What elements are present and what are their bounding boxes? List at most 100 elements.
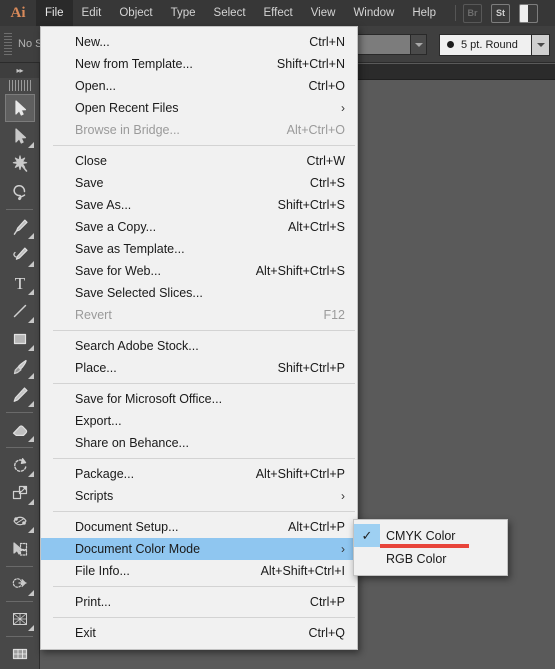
menu-item-print[interactable]: Print... Ctrl+P (41, 591, 357, 613)
menu-item-label: Package... (75, 467, 135, 481)
menu-item-save-as-template[interactable]: Save as Template... (41, 238, 357, 260)
menu-item-scripts[interactable]: Scripts › (41, 485, 357, 507)
tool-flyout-indicator-icon[interactable] (27, 401, 34, 407)
stroke-dropdown-arrow[interactable] (411, 34, 427, 55)
illustrator-window: Ai File Edit Object Type Select Effect View Win… (0, 0, 555, 669)
menu-bar-item-object[interactable]: Object (110, 0, 161, 26)
menu-item-place[interactable]: Place... Shift+Ctrl+P (41, 357, 357, 379)
menu-bar-item-file[interactable]: File (36, 0, 73, 26)
menu-item-save-selected-slices[interactable]: Save Selected Slices... (41, 282, 357, 304)
tool-flyout-indicator-icon[interactable] (27, 625, 34, 631)
menu-item-open-recent-files[interactable]: Open Recent Files › (41, 97, 357, 119)
tool-flyout-indicator-icon[interactable] (27, 261, 34, 267)
menu-bar-item-type[interactable]: Type (162, 0, 205, 26)
free-transform-tool[interactable] (5, 535, 35, 563)
scale-tool[interactable] (5, 479, 35, 507)
shape-builder-tool[interactable] (5, 570, 35, 598)
control-bar-grip[interactable] (4, 33, 12, 55)
mesh-tool[interactable] (5, 640, 35, 668)
tool-list: T (0, 94, 39, 669)
menu-item-shortcut: Ctrl+O (308, 79, 345, 93)
tool-flyout-indicator-icon[interactable] (27, 233, 34, 239)
menu-bar-item-effect[interactable]: Effect (255, 0, 302, 26)
perspective-grid-tool[interactable] (5, 605, 35, 633)
menu-item-label: New... (75, 35, 110, 49)
color-mode-item-rgb-color[interactable]: RGB Color (354, 547, 507, 570)
lasso-tool[interactable] (5, 178, 35, 206)
menu-item-document-setup[interactable]: Document Setup... Alt+Ctrl+P (41, 516, 357, 538)
menu-item-share-on-behance[interactable]: Share on Behance... (41, 432, 357, 454)
document-canvas[interactable] (358, 80, 555, 669)
menu-bar-item-select[interactable]: Select (205, 0, 255, 26)
menu-item-label: Open... (75, 79, 116, 93)
menu-item-label: Close (75, 154, 107, 168)
menu-item-export[interactable]: Export... (41, 410, 357, 432)
pen-tool[interactable] (5, 213, 35, 241)
tool-flyout-indicator-icon[interactable] (27, 345, 34, 351)
stroke-profile-dropdown-arrow[interactable] (532, 33, 550, 56)
menu-item-document-color-mode[interactable]: Document Color Mode › (41, 538, 357, 560)
tools-panel-grip[interactable] (8, 80, 31, 91)
tool-flyout-indicator-icon[interactable] (27, 471, 34, 477)
bridge-badge[interactable]: Br (463, 3, 482, 23)
curvature-tool[interactable] (5, 241, 35, 269)
stroke-profile-field[interactable]: 5 pt. Round (439, 33, 532, 56)
menu-item-save-for-web[interactable]: Save for Web... Alt+Shift+Ctrl+S (41, 260, 357, 282)
tools-collapse-button[interactable]: ▸▸ (0, 63, 39, 78)
tool-flyout-indicator-icon[interactable] (27, 436, 34, 442)
menu-item-close[interactable]: Close Ctrl+W (41, 150, 357, 172)
tool-flyout-indicator-icon[interactable] (27, 527, 34, 533)
menu-item-package[interactable]: Package... Alt+Shift+Ctrl+P (41, 463, 357, 485)
menu-bar-item-help[interactable]: Help (403, 0, 445, 26)
menu-item-save-as[interactable]: Save As... Shift+Ctrl+S (41, 194, 357, 216)
rotate-tool[interactable] (5, 451, 35, 479)
menu-item-label: Scripts (75, 489, 114, 503)
paintbrush-tool[interactable] (5, 353, 35, 381)
menu-item-new-from-template[interactable]: New from Template... Shift+Ctrl+N (41, 53, 357, 75)
tool-flyout-indicator-icon[interactable] (27, 499, 34, 505)
file-menu-dropdown: New... Ctrl+N New from Template... Shift+Ct… (40, 26, 358, 650)
pencil-tool[interactable] (5, 381, 35, 409)
color-mode-item-cmyk-color[interactable]: ✓ CMYK Color (354, 524, 507, 548)
line-segment-tool[interactable] (5, 297, 35, 325)
menu-item-save-a-copy[interactable]: Save a Copy... Alt+Ctrl+S (41, 216, 357, 238)
check-placeholder (354, 547, 380, 570)
menu-item-shortcut: Shift+Ctrl+P (277, 361, 345, 375)
menu-item-shortcut: Ctrl+W (306, 154, 345, 168)
stroke-weight-combo[interactable] (357, 34, 427, 55)
direct-selection-tool[interactable] (5, 122, 35, 150)
menu-item-label: Save a Copy... (75, 220, 157, 234)
type-tool[interactable]: T (5, 269, 35, 297)
tool-flyout-indicator-icon[interactable] (27, 373, 34, 379)
menu-item-file-info[interactable]: File Info... Alt+Shift+Ctrl+I (41, 560, 357, 582)
magic-wand-tool[interactable] (5, 150, 35, 178)
menu-bar-item-view[interactable]: View (302, 0, 345, 26)
width-tool[interactable] (5, 507, 35, 535)
menu-item-new[interactable]: New... Ctrl+N (41, 31, 357, 53)
menu-item-browse-in-bridge: Browse in Bridge... Alt+Ctrl+O (41, 119, 357, 141)
menu-item-label: Search Adobe Stock... (75, 339, 199, 353)
tool-flyout-indicator-icon[interactable] (27, 289, 34, 295)
tools-panel: ▸▸ T (0, 63, 40, 669)
tool-flyout-indicator-icon[interactable] (27, 142, 34, 148)
arrange-documents-icon[interactable] (519, 3, 538, 23)
rectangle-tool[interactable] (5, 325, 35, 353)
menu-item-shortcut: Alt+Ctrl+O (286, 123, 345, 137)
menu-item-search-adobe-stock[interactable]: Search Adobe Stock... (41, 335, 357, 357)
eraser-tool[interactable] (5, 416, 35, 444)
stock-badge[interactable]: St (491, 3, 510, 23)
tool-flyout-indicator-icon[interactable] (27, 590, 34, 596)
menu-item-exit[interactable]: Exit Ctrl+Q (41, 622, 357, 644)
menu-item-save-for-microsoft-office[interactable]: Save for Microsoft Office... (41, 388, 357, 410)
menu-item-shortcut: Alt+Ctrl+P (288, 520, 345, 534)
menu-bar-item-window[interactable]: Window (344, 0, 403, 26)
stroke-color-swatch[interactable] (357, 34, 411, 55)
menu-bar-item-edit[interactable]: Edit (73, 0, 111, 26)
selection-tool[interactable] (4, 94, 35, 122)
stroke-profile-combo[interactable]: 5 pt. Round (439, 33, 550, 56)
menu-item-label: Exit (75, 626, 96, 640)
menu-item-label: Save Selected Slices... (75, 286, 203, 300)
menu-item-save[interactable]: Save Ctrl+S (41, 172, 357, 194)
tool-flyout-indicator-icon[interactable] (27, 317, 34, 323)
menu-item-open[interactable]: Open... Ctrl+O (41, 75, 357, 97)
